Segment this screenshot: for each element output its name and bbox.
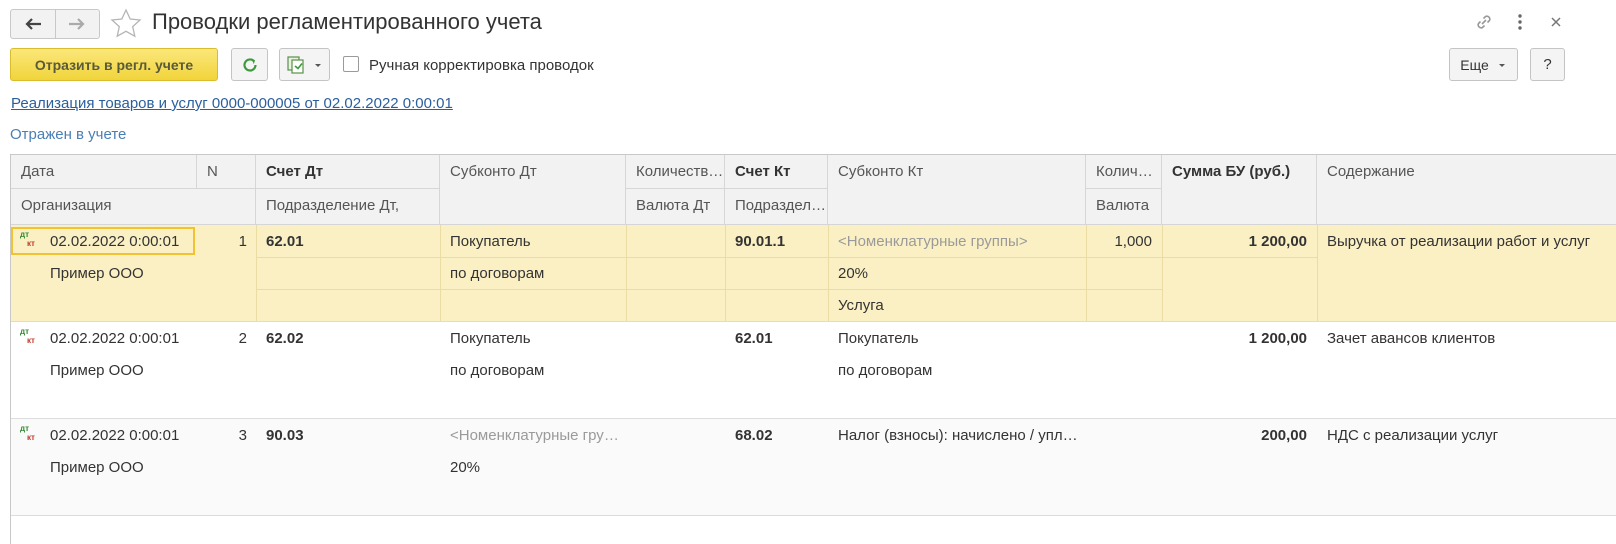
header-org[interactable]: Организация — [11, 189, 256, 225]
header-dep-kt[interactable]: Подразделение Кт — [725, 189, 828, 225]
table-row[interactable]: дт кт 02.02.2022 0:00:01 Пример ООО 2 62.… — [11, 322, 1616, 419]
help-button[interactable]: ? — [1530, 48, 1565, 81]
arrow-right-icon — [69, 18, 85, 30]
header-cur-kt[interactable]: Валюта — [1086, 189, 1162, 225]
manual-correction-label[interactable]: Ручная корректировка проводок — [369, 57, 594, 74]
row-sub-dt-1: <Номенклатурные группы> — [450, 427, 620, 444]
documents-icon — [287, 55, 304, 74]
row-sub-dt-1: Покупатель — [450, 233, 531, 250]
row-acc-kt: 90.01.1 — [735, 233, 786, 250]
header-sum[interactable]: Сумма БУ (руб.) — [1162, 155, 1317, 225]
chevron-down-icon — [315, 63, 321, 67]
document-link[interactable]: Реализация товаров и услуг 0000-000005 о… — [11, 95, 453, 112]
header-n[interactable]: N — [197, 155, 256, 189]
row-sub-dt-2: по договорам — [450, 265, 545, 282]
dt-kt-icon: дт кт — [20, 424, 35, 442]
row-content: Выручка от реализации работ и услуг — [1327, 233, 1591, 250]
row-org: Пример ООО — [50, 459, 144, 476]
more-button[interactable]: Еще — [1449, 48, 1518, 81]
header-acc-kt[interactable]: Счет Кт — [725, 155, 828, 189]
link-icon[interactable] — [1474, 12, 1494, 35]
row-content: НДС с реализации услуг — [1327, 427, 1499, 444]
row-sub-kt-1: Налог (взносы): начислено / уплачено — [838, 427, 1078, 444]
header-qty-dt[interactable]: Количество Дт — [626, 155, 725, 189]
header-qty-kt[interactable]: Количество Кт — [1086, 155, 1162, 189]
more-vert-icon[interactable] — [1513, 12, 1527, 35]
refresh-icon — [242, 57, 257, 72]
row-n: 3 — [238, 427, 247, 444]
row-acc-dt: 62.01 — [266, 233, 304, 250]
header-cur-dt[interactable]: Валюта Дт — [626, 189, 725, 225]
row-sub-kt-2: 20% — [838, 265, 869, 282]
close-icon[interactable] — [1548, 12, 1564, 35]
row-sub-kt-2: по договорам — [838, 362, 933, 379]
dt-kt-icon: дт кт — [20, 327, 35, 345]
row-sub-kt-1: <Номенклатурные группы> — [838, 233, 1028, 250]
row-content: Зачет авансов клиентов — [1327, 330, 1496, 347]
post-to-accounting-button[interactable]: Отразить в регл. учете — [10, 48, 218, 81]
status-text: Отражен в учете — [10, 126, 127, 143]
table-row[interactable]: дт кт 02.02.2022 0:00:01 Пример ООО 1 62.… — [11, 225, 1616, 322]
back-button[interactable] — [11, 10, 55, 38]
header-sub-dt[interactable]: Субконто Дт — [440, 155, 626, 225]
row-sub-dt-2: 20% — [450, 459, 481, 476]
row-sub-dt-2: по договорам — [450, 362, 545, 379]
row-qty-kt: 1,000 — [1114, 233, 1152, 250]
row-sum: 1 200,00 — [1248, 330, 1307, 347]
header-content[interactable]: Содержание — [1317, 155, 1616, 225]
related-docs-button[interactable] — [279, 48, 330, 81]
table-row[interactable]: дт кт 02.02.2022 0:00:01 Пример ООО 3 90.… — [11, 419, 1616, 516]
row-date: 02.02.2022 0:00:01 — [50, 330, 180, 347]
header-dep-dt[interactable]: Подразделение Дт, — [256, 189, 440, 225]
header-acc-dt[interactable]: Счет Дт — [256, 155, 440, 189]
row-acc-kt: 68.02 — [735, 427, 773, 444]
row-date: 02.02.2022 0:00:01 — [50, 233, 180, 250]
row-org: Пример ООО — [50, 362, 144, 379]
arrow-left-icon — [25, 18, 41, 30]
entries-table: Дата N Счет Дт Субконто Дт Количество Дт… — [10, 154, 1616, 544]
header-sub-kt[interactable]: Субконто Кт — [828, 155, 1086, 225]
forward-button[interactable] — [54, 10, 100, 38]
row-sum: 1 200,00 — [1248, 233, 1307, 250]
row-acc-dt: 90.03 — [266, 427, 304, 444]
refresh-button[interactable] — [231, 48, 268, 81]
row-acc-kt: 62.01 — [735, 330, 773, 347]
row-sub-kt-3: Услуга — [838, 297, 884, 314]
page-title: Проводки регламентированного учета — [152, 9, 542, 34]
header-date[interactable]: Дата — [11, 155, 197, 189]
row-n: 1 — [238, 233, 247, 250]
row-sub-kt-1: Покупатель — [838, 330, 919, 347]
dt-kt-icon: дт кт — [20, 230, 35, 248]
row-sum: 200,00 — [1261, 427, 1307, 444]
row-sub-dt-1: Покупатель — [450, 330, 531, 347]
more-label: Еще — [1460, 56, 1489, 73]
row-n: 2 — [238, 330, 247, 347]
chevron-down-icon — [1498, 63, 1505, 67]
manual-correction-checkbox[interactable] — [343, 56, 359, 72]
row-org: Пример ООО — [50, 265, 144, 282]
row-acc-dt: 62.02 — [266, 330, 304, 347]
nav-buttons — [10, 9, 100, 39]
favorite-star-icon[interactable] — [110, 8, 142, 41]
row-date: 02.02.2022 0:00:01 — [50, 427, 180, 444]
